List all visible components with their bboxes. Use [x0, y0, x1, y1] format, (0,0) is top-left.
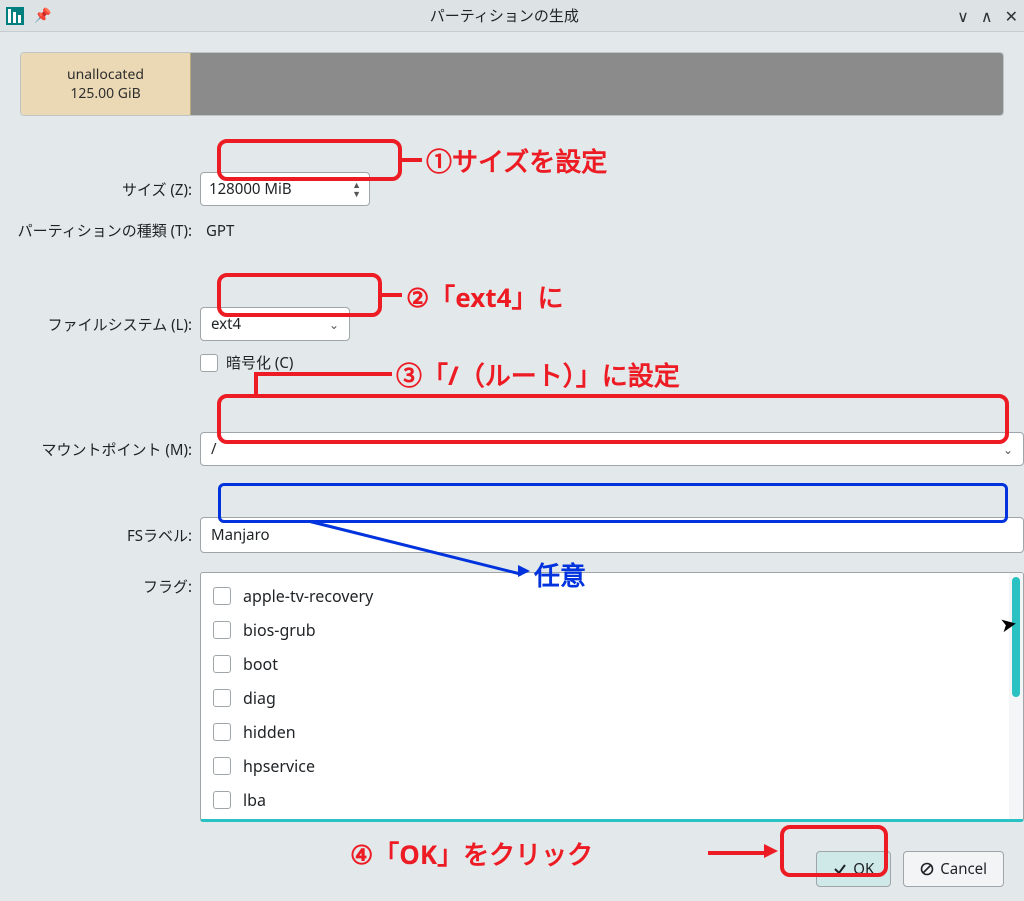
- flag-label: apple-tv-recovery: [243, 582, 373, 610]
- annotation-text-1: ①サイズを設定: [426, 142, 607, 179]
- app-icon: [6, 7, 24, 25]
- cancel-icon: [920, 862, 934, 876]
- flag-item[interactable]: apple-tv-recovery: [201, 579, 1009, 613]
- annotation-text-4: ④「OK」をクリック: [350, 835, 593, 872]
- annotation-arrowhead: [764, 844, 778, 858]
- annotation-text-3: ③「/（ルート）」に設定: [396, 356, 680, 393]
- window-controls: ∨ ∧ ✕: [957, 5, 1018, 27]
- partition-type-value: GPT: [200, 221, 234, 241]
- label-size: サイズ (Z):: [0, 179, 200, 200]
- cancel-label: Cancel: [940, 859, 987, 879]
- flag-label: hpservice: [243, 752, 315, 780]
- flag-checkbox[interactable]: [213, 587, 231, 605]
- flag-checkbox[interactable]: [213, 791, 231, 809]
- flag-item[interactable]: lba: [201, 783, 1009, 817]
- titlebar: 📌 パーティションの生成 ∨ ∧ ✕: [0, 0, 1024, 32]
- flag-label: boot: [243, 650, 278, 678]
- size-spinbox[interactable]: 128000 MiB ▲▼: [200, 172, 370, 206]
- encrypt-checkbox[interactable]: [200, 354, 218, 372]
- close-button[interactable]: ✕: [1005, 5, 1018, 27]
- filesystem-select[interactable]: ext4 ⌄: [200, 307, 350, 341]
- label-fslabel: FSラベル:: [0, 525, 200, 546]
- filesystem-value: ext4: [211, 314, 241, 334]
- flag-item[interactable]: hidden: [201, 715, 1009, 749]
- chevron-down-icon: ⌄: [1003, 441, 1013, 458]
- chevron-down-icon: ⌄: [329, 316, 339, 333]
- flags-listbox[interactable]: apple-tv-recovery bios-grub boot diag hi…: [200, 572, 1024, 822]
- label-mountpoint: マウントポイント (M):: [0, 439, 200, 460]
- partition-remaining[interactable]: [191, 53, 1003, 115]
- flag-item[interactable]: diag: [201, 681, 1009, 715]
- annotation-connector: [254, 372, 258, 394]
- annotation-connector: [402, 158, 422, 162]
- scrollbar-thumb[interactable]: [1012, 577, 1020, 697]
- flag-checkbox[interactable]: [213, 655, 231, 673]
- annotation-connector: [382, 293, 402, 297]
- flag-label: hidden: [243, 718, 296, 746]
- pin-icon[interactable]: 📌: [34, 6, 51, 25]
- check-icon: [833, 862, 847, 876]
- annotation-connector: [708, 851, 766, 855]
- minimize-button[interactable]: ∨: [957, 5, 969, 27]
- cancel-button[interactable]: Cancel: [903, 851, 1004, 887]
- flag-checkbox[interactable]: [213, 757, 231, 775]
- flag-item[interactable]: hpservice: [201, 749, 1009, 783]
- annotation-text-optional: 任意: [534, 556, 586, 593]
- annotation-text-2: ②「ext4」に: [406, 278, 564, 315]
- fslabel-value: Manjaro: [211, 525, 270, 545]
- label-filesystem: ファイルシステム (L):: [0, 314, 200, 335]
- ok-label: OK: [853, 859, 874, 879]
- annotation-arrowhead: [518, 565, 530, 577]
- size-value: 128000 MiB: [209, 179, 292, 199]
- partition-unallocated-size: 125.00 GiB: [70, 84, 140, 103]
- flags-list: apple-tv-recovery bios-grub boot diag hi…: [201, 573, 1009, 819]
- flag-label: bios-grub: [243, 616, 316, 644]
- maximize-button[interactable]: ∧: [981, 5, 993, 27]
- label-partition-type: パーティションの種類 (T):: [0, 220, 200, 241]
- window-title: パーティションの生成: [51, 5, 957, 26]
- flag-label: lba: [243, 786, 266, 814]
- flag-checkbox[interactable]: [213, 723, 231, 741]
- label-flags: フラグ:: [0, 572, 200, 597]
- annotation-connector: [256, 372, 392, 376]
- flag-checkbox[interactable]: [213, 689, 231, 707]
- flag-label: diag: [243, 684, 276, 712]
- flag-checkbox[interactable]: [213, 621, 231, 639]
- encrypt-label: 暗号化 (C): [226, 352, 293, 373]
- ok-button[interactable]: OK: [816, 851, 891, 887]
- spinbox-arrows[interactable]: ▲▼: [352, 180, 361, 198]
- flag-item[interactable]: boot: [201, 647, 1009, 681]
- mountpoint-value: /: [211, 439, 217, 459]
- partition-unallocated-label: unallocated: [67, 65, 144, 84]
- partition-unallocated[interactable]: unallocated 125.00 GiB: [21, 53, 191, 115]
- partition-bar: unallocated 125.00 GiB: [20, 52, 1004, 116]
- flag-item[interactable]: bios-grub: [201, 613, 1009, 647]
- mountpoint-select[interactable]: / ⌄: [200, 432, 1024, 466]
